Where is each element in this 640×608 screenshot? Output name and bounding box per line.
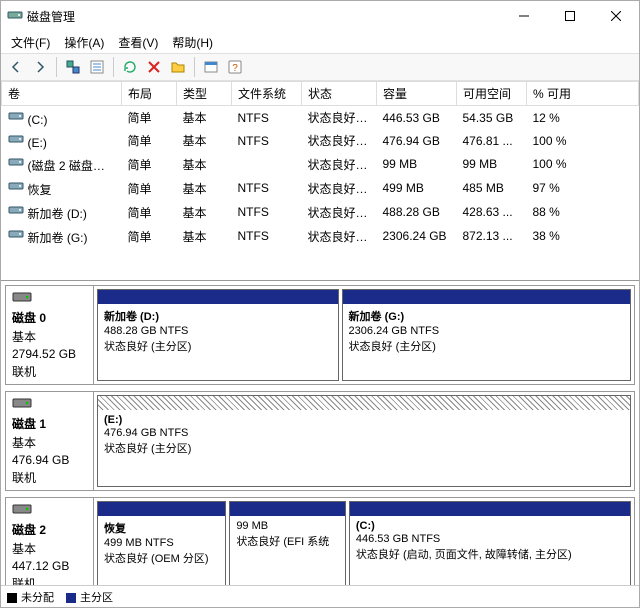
disk-management-window: 磁盘管理 文件(F) 操作(A) 查看(V) 帮助(H) ? <box>0 0 640 608</box>
volume-icon <box>8 178 28 197</box>
table-row[interactable]: (C:)简单基本NTFS状态良好 (...446.53 GB54.35 GB12… <box>2 106 639 130</box>
rescan-button[interactable] <box>119 56 141 78</box>
toolbar: ? <box>1 53 639 81</box>
volume-table: 卷 布局 类型 文件系统 状态 容量 可用空间 % 可用 (C:)简单基本NTF… <box>1 81 639 248</box>
back-button[interactable] <box>5 56 27 78</box>
disk-row: 磁盘 1基本476.94 GB联机(E:)476.94 GB NTFS状态良好 … <box>5 391 635 491</box>
col-capacity[interactable]: 容量 <box>377 82 457 106</box>
maximize-button[interactable] <box>547 1 593 31</box>
table-row[interactable]: 新加卷 (G:)简单基本NTFS状态良好 (...2306.24 GB872.1… <box>2 224 639 248</box>
disk-icon <box>12 396 87 413</box>
partition-stripe <box>350 502 630 516</box>
col-layout[interactable]: 布局 <box>122 82 177 106</box>
delete-button[interactable] <box>143 56 165 78</box>
svg-text:?: ? <box>232 63 238 74</box>
partition[interactable]: (E:)476.94 GB NTFS状态良好 (主分区) <box>97 395 631 487</box>
volume-list-pane[interactable]: 卷 布局 类型 文件系统 状态 容量 可用空间 % 可用 (C:)简单基本NTF… <box>1 81 639 281</box>
partition-stripe <box>98 396 630 410</box>
partition-stripe <box>98 502 225 516</box>
disk-label[interactable]: 磁盘 0基本2794.52 GB联机 <box>6 286 94 384</box>
legend-unallocated: 未分配 <box>7 589 54 605</box>
disk-graph-pane[interactable]: 磁盘 0基本2794.52 GB联机新加卷 (D:)488.28 GB NTFS… <box>1 281 639 585</box>
legend-primary: 主分区 <box>66 589 113 605</box>
table-row[interactable]: 恢复简单基本NTFS状态良好 (...499 MB485 MB97 % <box>2 176 639 200</box>
disk-icon <box>12 502 87 519</box>
disk-icon <box>12 290 87 307</box>
table-row[interactable]: (磁盘 2 磁盘分区 2)简单基本状态良好 (...99 MB99 MB100 … <box>2 152 639 176</box>
table-row[interactable]: (E:)简单基本NTFS状态良好 (...476.94 GB476.81 ...… <box>2 129 639 152</box>
refresh-button[interactable] <box>62 56 84 78</box>
disk-label[interactable]: 磁盘 2基本447.12 GB联机 <box>6 498 94 585</box>
properties-button[interactable] <box>86 56 108 78</box>
volume-icon <box>8 226 28 245</box>
menu-file[interactable]: 文件(F) <box>5 32 56 53</box>
col-free[interactable]: 可用空间 <box>457 82 527 106</box>
col-type[interactable]: 类型 <box>177 82 232 106</box>
forward-button[interactable] <box>29 56 51 78</box>
partition[interactable]: (C:)446.53 GB NTFS状态良好 (启动, 页面文件, 故障转储, … <box>349 501 631 585</box>
legend: 未分配 主分区 <box>1 585 639 607</box>
menu-help[interactable]: 帮助(H) <box>166 32 219 53</box>
volume-icon <box>8 202 28 221</box>
partition[interactable]: 新加卷 (G:)2306.24 GB NTFS状态良好 (主分区) <box>342 289 631 381</box>
volume-icon <box>8 131 28 150</box>
toolbar-separator <box>194 57 195 77</box>
partition-stripe <box>343 290 630 304</box>
toolbar-separator <box>56 57 57 77</box>
menubar: 文件(F) 操作(A) 查看(V) 帮助(H) <box>1 31 639 53</box>
disk-row: 磁盘 2基本447.12 GB联机恢复499 MB NTFS状态良好 (OEM … <box>5 497 635 585</box>
col-status[interactable]: 状态 <box>302 82 377 106</box>
col-pctfree[interactable]: % 可用 <box>527 82 639 106</box>
partition-stripe <box>98 290 338 304</box>
partition-stripe <box>230 502 345 516</box>
menu-view[interactable]: 查看(V) <box>112 32 164 53</box>
help-button[interactable]: ? <box>224 56 246 78</box>
table-row[interactable]: 新加卷 (D:)简单基本NTFS状态良好 (...488.28 GB428.63… <box>2 200 639 224</box>
titlebar: 磁盘管理 <box>1 1 639 31</box>
volume-icon <box>8 108 28 127</box>
toolbar-separator <box>113 57 114 77</box>
menu-action[interactable]: 操作(A) <box>58 32 110 53</box>
disk-label[interactable]: 磁盘 1基本476.94 GB联机 <box>6 392 94 490</box>
view-button[interactable] <box>200 56 222 78</box>
minimize-button[interactable] <box>501 1 547 31</box>
new-folder-button[interactable] <box>167 56 189 78</box>
col-fs[interactable]: 文件系统 <box>232 82 302 106</box>
app-icon <box>7 7 23 26</box>
partition[interactable]: 新加卷 (D:)488.28 GB NTFS状态良好 (主分区) <box>97 289 339 381</box>
volume-icon <box>8 154 28 173</box>
col-volume[interactable]: 卷 <box>2 82 122 106</box>
partition[interactable]: 恢复499 MB NTFS状态良好 (OEM 分区) <box>97 501 226 585</box>
disk-row: 磁盘 0基本2794.52 GB联机新加卷 (D:)488.28 GB NTFS… <box>5 285 635 385</box>
window-title: 磁盘管理 <box>27 8 75 25</box>
partition[interactable]: 99 MB状态良好 (EFI 系统 <box>229 501 346 585</box>
close-button[interactable] <box>593 1 639 31</box>
